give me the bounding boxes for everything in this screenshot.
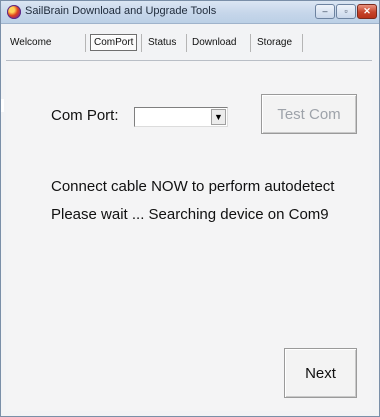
com-port-label: Com Port: (51, 107, 119, 124)
test-com-button[interactable]: Test Com (261, 94, 357, 134)
title-bar[interactable]: SailBrain Download and Upgrade Tools ‒ ▫… (1, 1, 379, 24)
window-edge-mark (1, 99, 4, 112)
tab-status[interactable]: Status (148, 37, 176, 48)
maximize-button[interactable]: ▫ (336, 4, 356, 19)
tab-comport[interactable]: ComPort (90, 34, 138, 51)
minimize-icon: ‒ (322, 6, 328, 16)
tab-divider (85, 34, 86, 52)
close-icon: ✕ (363, 6, 371, 16)
app-window: SailBrain Download and Upgrade Tools ‒ ▫… (0, 0, 380, 417)
chevron-down-icon[interactable]: ▼ (211, 109, 226, 125)
minimize-button[interactable]: ‒ (315, 4, 335, 19)
app-logo-icon (7, 5, 21, 19)
window-title: SailBrain Download and Upgrade Tools (25, 5, 217, 17)
tab-divider (141, 34, 142, 52)
tab-storage[interactable]: Storage (257, 37, 292, 48)
tab-download[interactable]: Download (192, 37, 236, 48)
search-status-message: Please wait ... Searching device on Com9 (51, 206, 329, 223)
autodetect-message: Connect cable NOW to perform autodetect (51, 178, 335, 195)
com-port-select[interactable]: ▼ (134, 107, 228, 127)
tab-divider (302, 34, 303, 52)
tab-divider (250, 34, 251, 52)
tab-divider (186, 34, 187, 52)
next-button[interactable]: Next (284, 348, 357, 398)
tab-bar: Welcome ComPort Status Download Storage (6, 28, 372, 61)
maximize-icon: ▫ (344, 6, 348, 16)
test-com-label: Test Com (277, 105, 341, 123)
close-button[interactable]: ✕ (357, 4, 377, 19)
comport-panel: Com Port: ▼ Test Com Connect cable NOW t… (6, 61, 372, 411)
next-button-label: Next (305, 364, 336, 382)
tab-welcome[interactable]: Welcome (10, 37, 52, 48)
